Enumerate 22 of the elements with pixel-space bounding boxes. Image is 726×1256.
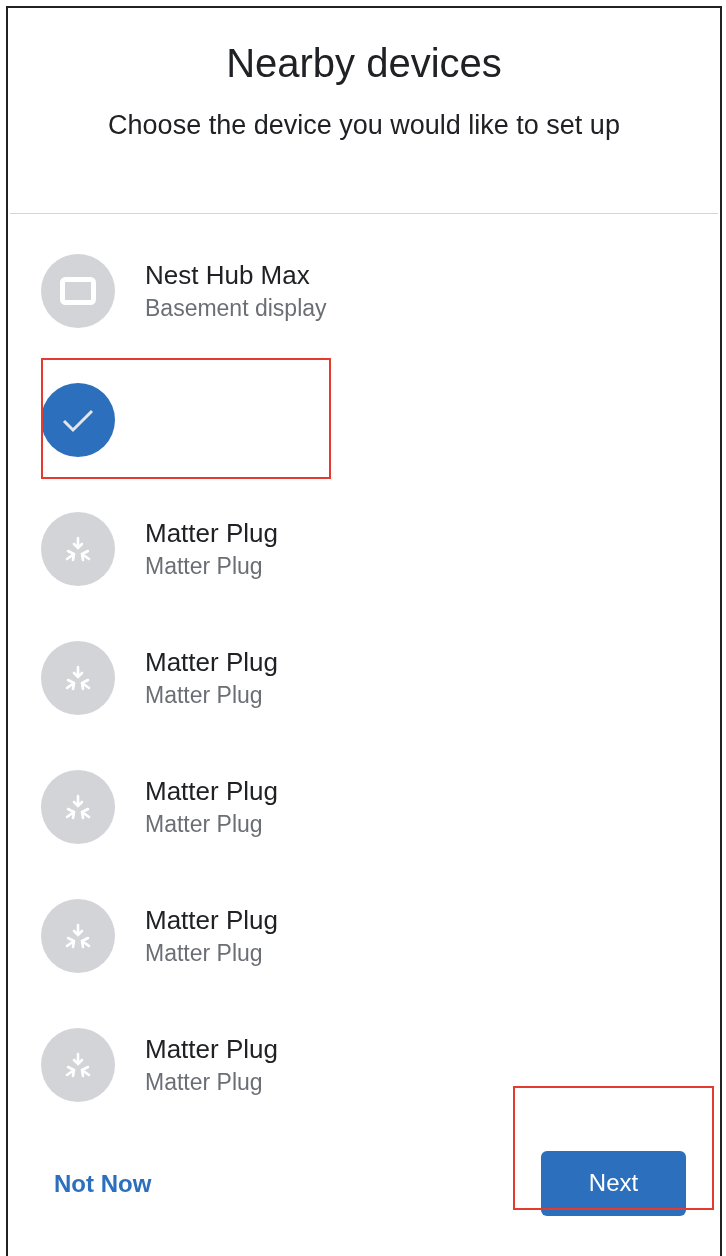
next-button[interactable]: Next — [541, 1150, 686, 1216]
matter-logo-icon — [64, 922, 92, 949]
device-description: Matter Plug — [145, 551, 264, 581]
device-description: Matter Plug — [145, 680, 264, 710]
device-name: Matter Plug — [145, 645, 278, 679]
display-icon — [60, 276, 96, 305]
device-name: Nest Hub Max — [145, 258, 311, 292]
matter-logo-icon — [64, 1051, 92, 1078]
device-description: Matter Plug — [145, 938, 264, 968]
matter-logo-icon — [64, 664, 92, 691]
matter-logo-icon — [64, 793, 92, 820]
device-name: Matter Plug — [145, 903, 278, 937]
not-now-button[interactable]: Not Now — [54, 1170, 152, 1198]
device-description: Basement display — [145, 293, 327, 323]
device-name: Matter Plug — [145, 516, 278, 550]
device-description: Matter Plug — [145, 809, 264, 839]
screen-subtitle: Choose the device you would like to set up — [108, 110, 620, 141]
device-description: Matter Plug — [145, 1067, 264, 1097]
device-name: Matter Plug — [145, 774, 278, 808]
device-name: Matter Plug — [145, 1032, 278, 1066]
matter-logo-icon — [64, 535, 92, 562]
screen-title: Nearby devices — [226, 40, 502, 86]
